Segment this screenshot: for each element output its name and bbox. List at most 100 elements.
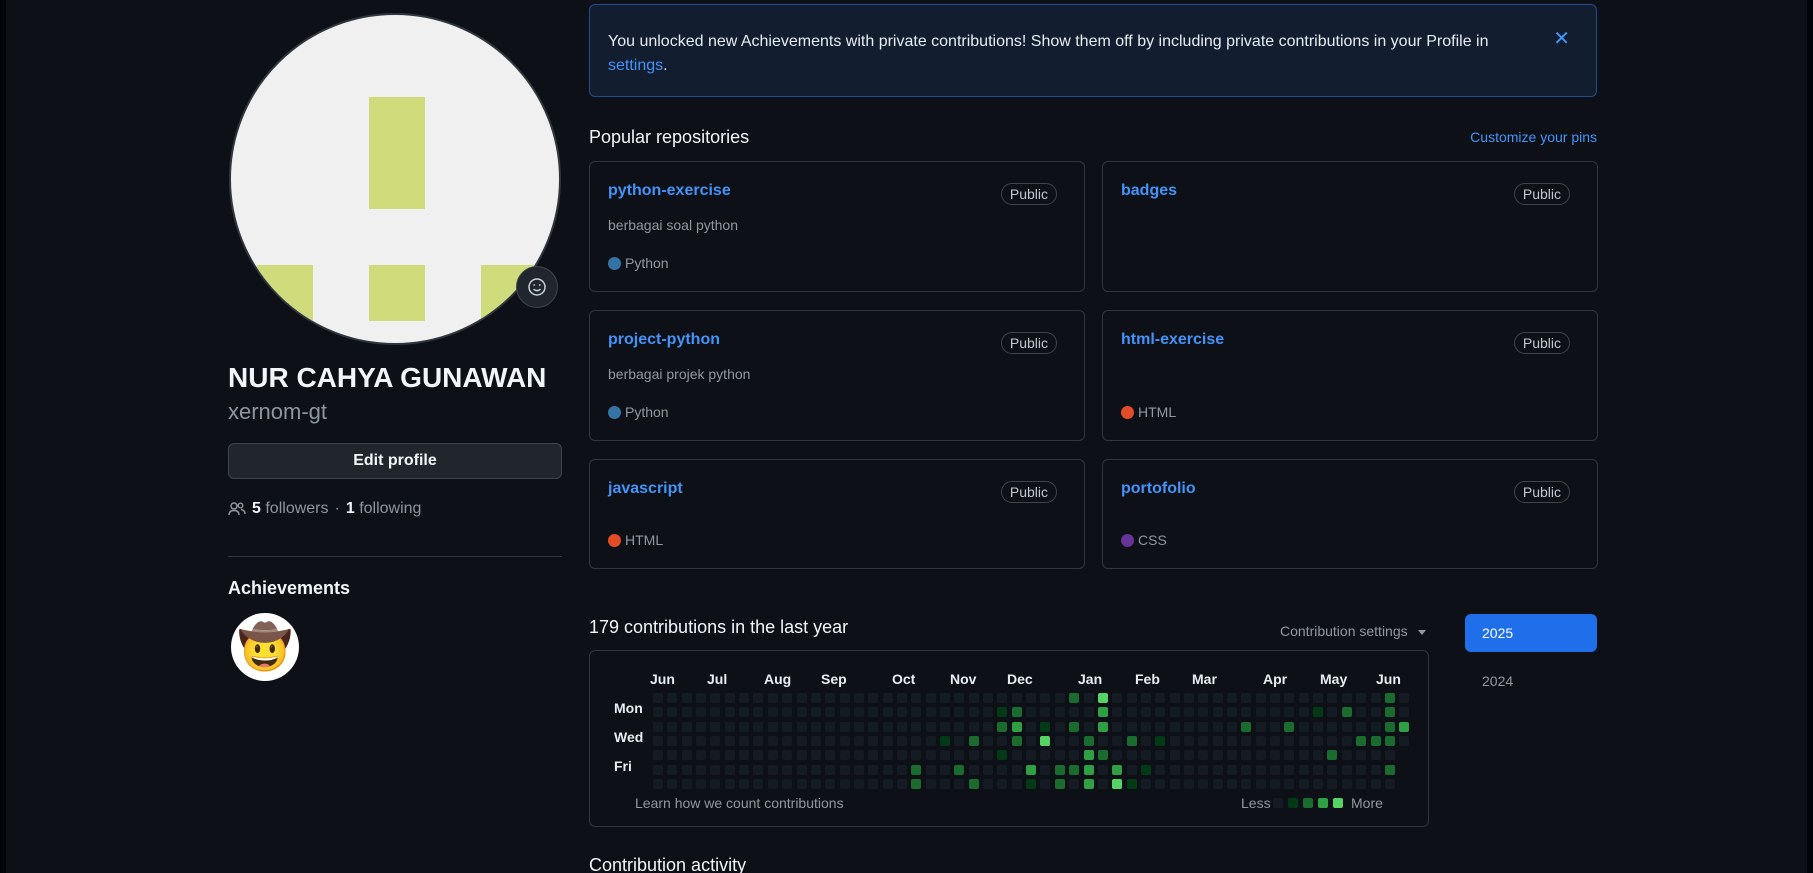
contribution-cell[interactable] <box>896 721 907 732</box>
contribution-cell[interactable] <box>796 707 807 718</box>
contribution-cell[interactable] <box>782 750 793 761</box>
contribution-cell[interactable] <box>767 707 778 718</box>
contribution-cell[interactable] <box>1227 721 1237 732</box>
contribution-cell[interactable] <box>1112 721 1123 732</box>
contribution-cell[interactable] <box>1270 693 1281 703</box>
contribution-cell[interactable] <box>1155 779 1166 790</box>
contribution-cell[interactable] <box>1183 764 1194 775</box>
contribution-cell[interactable] <box>1227 707 1237 718</box>
edit-profile-button[interactable]: Edit profile <box>228 443 562 479</box>
contribution-cell[interactable] <box>882 736 893 747</box>
contribution-cell[interactable] <box>940 736 950 747</box>
contribution-cell[interactable] <box>1212 750 1223 761</box>
contribution-cell[interactable] <box>810 736 821 747</box>
contribution-cell[interactable] <box>1298 736 1309 747</box>
set-status-button[interactable] <box>516 266 558 308</box>
contribution-cell[interactable] <box>1284 779 1295 790</box>
contribution-cell[interactable] <box>782 779 793 790</box>
contribution-cell[interactable] <box>1011 764 1022 775</box>
contribution-cell[interactable] <box>925 750 936 761</box>
contribution-cell[interactable] <box>868 693 879 703</box>
contribution-cell[interactable] <box>1327 721 1338 732</box>
contribution-cell[interactable] <box>739 721 750 732</box>
contribution-cell[interactable] <box>1327 693 1338 703</box>
contribution-cell[interactable] <box>940 779 950 790</box>
contribution-cell[interactable] <box>1313 779 1324 790</box>
contribution-cell[interactable] <box>653 707 663 718</box>
contribution-cell[interactable] <box>896 693 907 703</box>
contribution-cell[interactable] <box>1313 764 1324 775</box>
contribution-cell[interactable] <box>753 779 764 790</box>
contribution-cell[interactable] <box>1298 764 1309 775</box>
contribution-cell[interactable] <box>1198 721 1209 732</box>
contribution-cell[interactable] <box>1384 764 1395 775</box>
contribution-cell[interactable] <box>753 707 764 718</box>
contribution-cell[interactable] <box>753 736 764 747</box>
contribution-cell[interactable] <box>667 693 678 703</box>
contribution-cell[interactable] <box>739 736 750 747</box>
contribution-cell[interactable] <box>1212 721 1223 732</box>
contribution-cell[interactable] <box>1011 693 1022 703</box>
contribution-cell[interactable] <box>1040 707 1051 718</box>
contribution-cell[interactable] <box>1112 764 1123 775</box>
contribution-cell[interactable] <box>796 721 807 732</box>
contribution-cell[interactable] <box>954 707 965 718</box>
contribution-cell[interactable] <box>940 764 950 775</box>
contribution-cell[interactable] <box>1097 779 1108 790</box>
contribution-cell[interactable] <box>1140 779 1151 790</box>
contribution-cell[interactable] <box>1356 779 1367 790</box>
contribution-cell[interactable] <box>882 707 893 718</box>
year-2024-button[interactable]: 2024 <box>1465 662 1597 700</box>
contribution-cell[interactable] <box>839 764 850 775</box>
contribution-cell[interactable] <box>1183 736 1194 747</box>
contribution-cell[interactable] <box>825 693 836 703</box>
contribution-cell[interactable] <box>653 779 663 790</box>
contribution-cell[interactable] <box>839 736 850 747</box>
contribution-cell[interactable] <box>1054 750 1065 761</box>
contribution-cell[interactable] <box>1054 693 1065 703</box>
contribution-cell[interactable] <box>940 750 950 761</box>
repo-name-link[interactable]: python-exercise <box>608 182 731 200</box>
contribution-cell[interactable] <box>1140 721 1151 732</box>
avatar[interactable] <box>229 13 561 345</box>
contribution-cell[interactable] <box>1341 779 1352 790</box>
contribution-cell[interactable] <box>1169 707 1180 718</box>
contribution-cell[interactable] <box>1140 764 1151 775</box>
contribution-cell[interactable] <box>782 736 793 747</box>
contribution-cell[interactable] <box>753 693 764 703</box>
contribution-cell[interactable] <box>997 693 1008 703</box>
contribution-cell[interactable] <box>739 693 750 703</box>
contribution-cell[interactable] <box>1140 693 1151 703</box>
contribution-cell[interactable] <box>853 736 864 747</box>
contribution-cell[interactable] <box>681 736 692 747</box>
contribution-cell[interactable] <box>710 736 721 747</box>
contribution-cell[interactable] <box>767 721 778 732</box>
contribution-cell[interactable] <box>1083 750 1094 761</box>
contribution-cell[interactable] <box>983 693 994 703</box>
contribution-cell[interactable] <box>1356 693 1367 703</box>
contribution-cell[interactable] <box>954 779 965 790</box>
followers-link[interactable]: 5 followers <box>252 500 329 518</box>
contribution-cell[interactable] <box>810 764 821 775</box>
contribution-cell[interactable] <box>1183 693 1194 703</box>
contribution-cell[interactable] <box>911 779 922 790</box>
contribution-cell[interactable] <box>653 721 663 732</box>
contribution-cell[interactable] <box>1069 779 1080 790</box>
contribution-cell[interactable] <box>1183 750 1194 761</box>
contribution-cell[interactable] <box>681 693 692 703</box>
contribution-cell[interactable] <box>1169 693 1180 703</box>
contribution-cell[interactable] <box>724 750 735 761</box>
contribution-cell[interactable] <box>1341 736 1352 747</box>
contribution-cell[interactable] <box>997 779 1008 790</box>
contribution-cell[interactable] <box>1126 693 1137 703</box>
contribution-cell[interactable] <box>1241 764 1252 775</box>
contribution-cell[interactable] <box>1399 736 1410 747</box>
contribution-cell[interactable] <box>968 721 979 732</box>
contribution-cell[interactable] <box>1097 721 1108 732</box>
contribution-cell[interactable] <box>868 736 879 747</box>
contribution-cell[interactable] <box>1011 736 1022 747</box>
contribution-cell[interactable] <box>983 750 994 761</box>
contribution-cell[interactable] <box>1241 707 1252 718</box>
customize-pins-link[interactable]: Customize your pins <box>1470 129 1597 145</box>
contribution-cell[interactable] <box>1097 736 1108 747</box>
